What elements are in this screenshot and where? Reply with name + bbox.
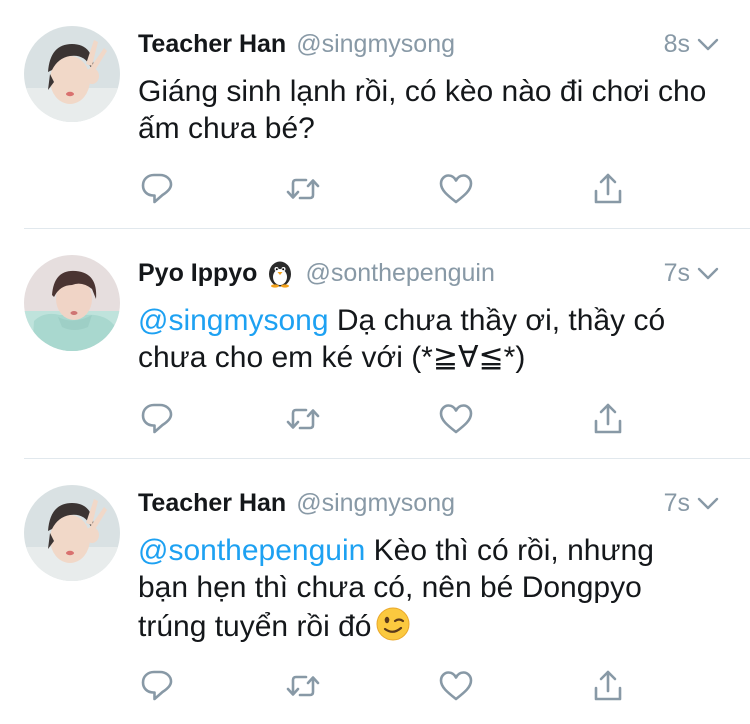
share-icon[interactable] [588, 401, 628, 437]
tweet-text-content: Giáng sinh lạnh rồi, có kèo nào đi chơi … [138, 75, 707, 145]
penguin-icon [265, 258, 295, 288]
retweet-icon[interactable] [283, 401, 323, 437]
mention-link[interactable]: @sonthepenguin [138, 534, 365, 567]
display-name[interactable]: Pyo Ippyo [138, 259, 257, 288]
tweet-actions [138, 171, 638, 207]
winking-face-icon [375, 606, 411, 651]
retweet-icon[interactable] [283, 171, 323, 207]
mention-link[interactable]: @singmysong [138, 304, 329, 337]
tweet[interactable]: Pyo Ippyo @sonthepenguin 7s @singmysong … [0, 229, 750, 458]
timestamp[interactable]: 8s [664, 30, 690, 59]
reply-icon[interactable] [138, 401, 178, 437]
tweet-header: Teacher Han @singmysong 7s [138, 485, 720, 521]
tweet-header: Pyo Ippyo @sonthepenguin 7s [138, 255, 720, 291]
heart-icon[interactable] [436, 668, 476, 704]
display-name[interactable]: Teacher Han [138, 489, 286, 518]
reply-icon[interactable] [138, 668, 178, 704]
user-handle[interactable]: @singmysong [296, 30, 455, 59]
avatar[interactable] [24, 26, 120, 122]
chevron-down-icon[interactable] [696, 491, 720, 515]
timestamp[interactable]: 7s [664, 489, 690, 518]
user-handle[interactable]: @singmysong [296, 489, 455, 518]
display-name[interactable]: Teacher Han [138, 30, 286, 59]
avatar[interactable] [24, 485, 120, 581]
share-icon[interactable] [588, 171, 628, 207]
reply-icon[interactable] [138, 171, 178, 207]
tweet-text: @singmysong Dạ chưa thầy ơi, thầy có chư… [138, 302, 710, 376]
tweet[interactable]: Teacher Han @singmysong 7s @sonthepengui… [0, 459, 750, 724]
tweet-actions [138, 401, 638, 437]
chevron-down-icon[interactable] [696, 261, 720, 285]
user-handle[interactable]: @sonthepenguin [305, 259, 494, 288]
tweet-text: @sonthepenguin Kèo thì có rồi, nhưng bạn… [138, 532, 710, 651]
tweet[interactable]: Teacher Han @singmysong 8s Giáng sinh lạ… [0, 0, 750, 228]
heart-icon[interactable] [436, 171, 476, 207]
retweet-icon[interactable] [283, 668, 323, 704]
share-icon[interactable] [588, 668, 628, 704]
heart-icon[interactable] [436, 401, 476, 437]
tweet-header: Teacher Han @singmysong 8s [138, 26, 720, 62]
timestamp[interactable]: 7s [664, 259, 690, 288]
avatar[interactable] [24, 255, 120, 351]
tweet-timeline: Teacher Han @singmysong 8s Giáng sinh lạ… [0, 0, 750, 724]
chevron-down-icon[interactable] [696, 32, 720, 56]
tweet-text: Giáng sinh lạnh rồi, có kèo nào đi chơi … [138, 73, 710, 147]
tweet-actions [138, 668, 638, 704]
